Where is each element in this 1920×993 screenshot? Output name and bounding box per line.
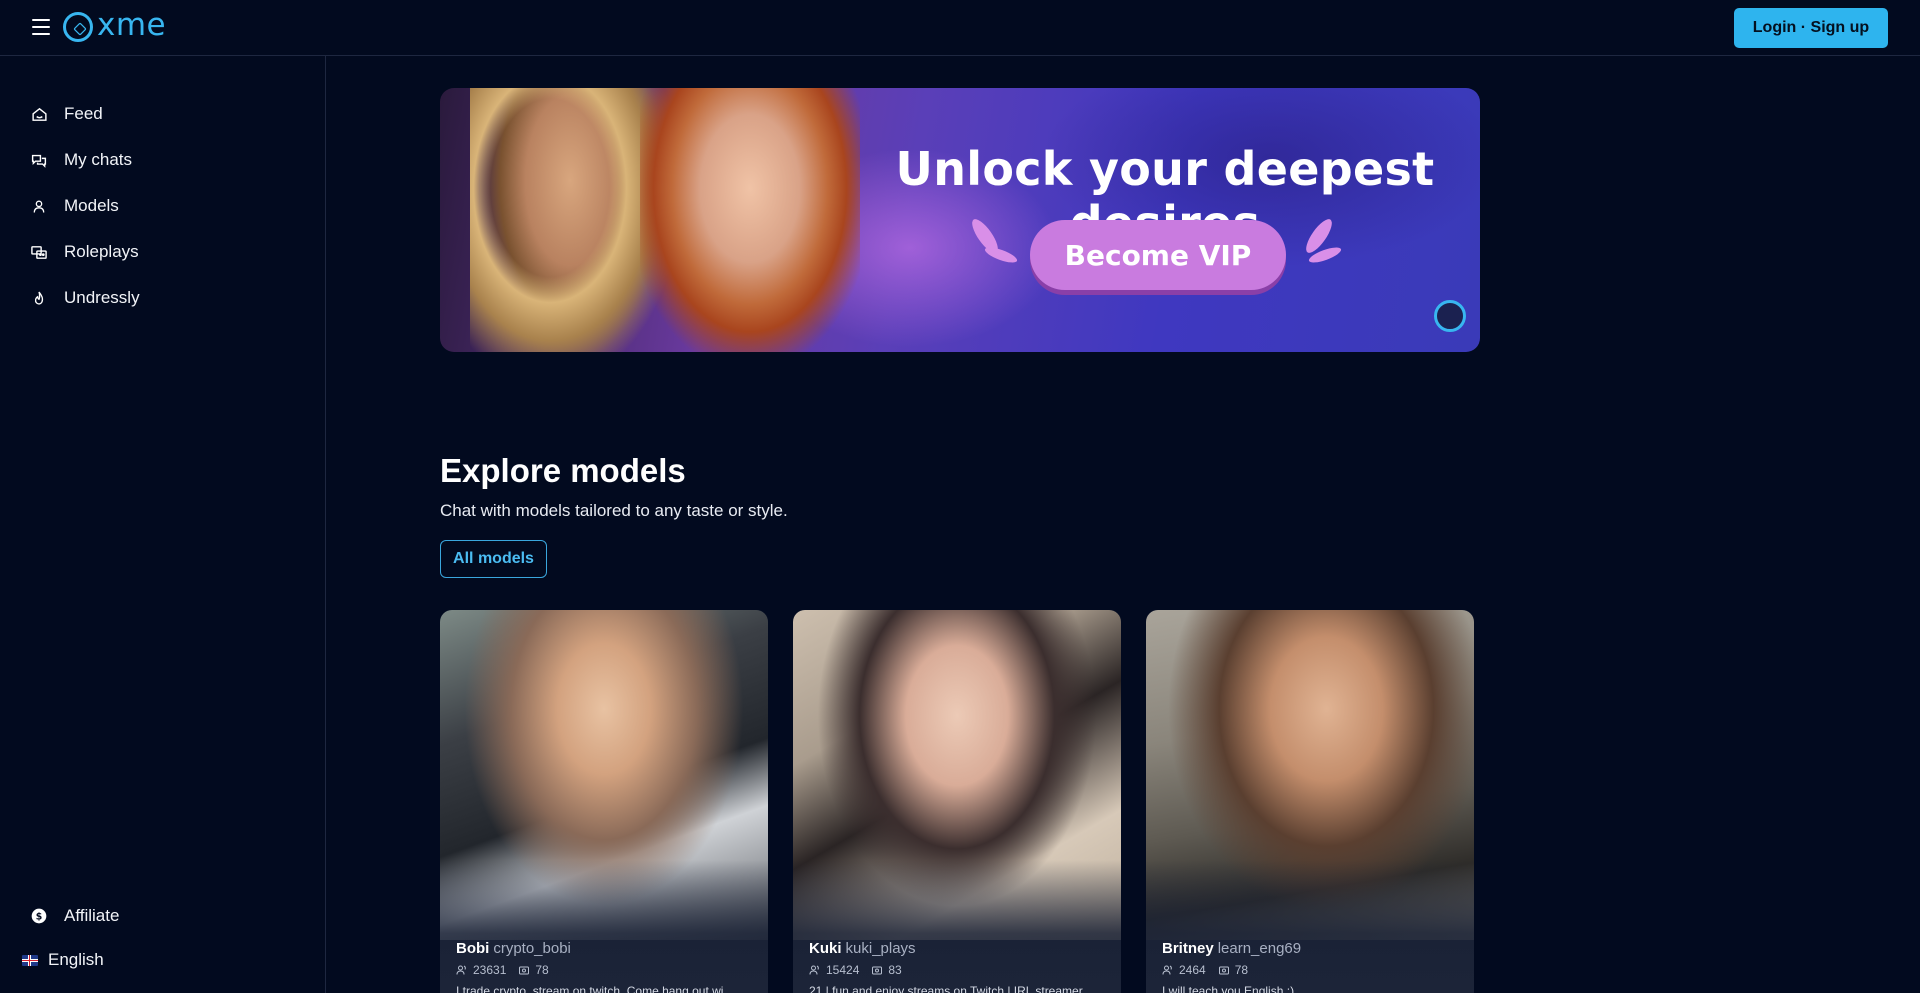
- uk-flag-icon: [22, 954, 38, 966]
- affiliate-label: Affiliate: [64, 906, 120, 925]
- banner-model-image: [640, 88, 860, 352]
- images-count: 78: [535, 963, 549, 977]
- model-name-row: Kuki kuki_plays: [809, 940, 916, 957]
- sidebar-item-models[interactable]: Models: [30, 192, 119, 220]
- home-icon: [30, 105, 48, 123]
- model-name-row: Bobi crypto_bobi: [456, 940, 571, 957]
- roleplay-icon: [30, 243, 48, 261]
- images-count: 83: [888, 963, 902, 977]
- sidebar: Feed My chats Models Roleplays Undressly…: [0, 56, 326, 993]
- person-icon: [30, 197, 48, 215]
- model-card[interactable]: Britney learn_eng69 2464 78 I will teach …: [1146, 610, 1474, 993]
- banner-model-image: [470, 88, 670, 352]
- model-name-row: Britney learn_eng69: [1162, 940, 1301, 957]
- model-handle: learn_eng69: [1217, 940, 1302, 957]
- language-label: English: [48, 950, 104, 969]
- images-icon: [1218, 966, 1229, 975]
- model-name: Kuki: [809, 940, 842, 957]
- sidebar-item-undressly[interactable]: Undressly: [30, 284, 140, 312]
- model-card[interactable]: Kuki kuki_plays 15424 83 21 | fun and enj…: [793, 610, 1121, 993]
- sidebar-item-roleplays[interactable]: Roleplays: [30, 238, 139, 266]
- model-description: I will teach you English ;): [1162, 984, 1295, 993]
- images-icon: [872, 966, 883, 975]
- model-stats: 15424 83: [809, 963, 914, 977]
- model-stats: 23631 78: [456, 963, 561, 977]
- model-name: Britney: [1162, 940, 1214, 957]
- model-name: Bobi: [456, 940, 490, 957]
- sidebar-item-label: Models: [64, 196, 119, 215]
- sidebar-item-label: Roleplays: [64, 242, 139, 261]
- followers-icon: [809, 965, 819, 975]
- followers-count: 23631: [473, 963, 507, 977]
- model-handle: kuki_plays: [845, 940, 916, 957]
- sidebar-item-affiliate[interactable]: $ Affiliate: [30, 902, 119, 930]
- vip-promo-banner[interactable]: Unlock your deepest desires Become VIP: [440, 88, 1480, 352]
- followers-icon: [1162, 965, 1172, 975]
- images-icon: [519, 966, 530, 975]
- flame-icon: [30, 289, 48, 307]
- followers-count: 2464: [1179, 963, 1206, 977]
- language-selector[interactable]: English: [22, 946, 104, 974]
- model-description: 21 | fun and enjoy streams on Twitch | I…: [809, 984, 1083, 993]
- top-bar: xme Login · Sign up: [0, 0, 1920, 56]
- sidebar-item-my-chats[interactable]: My chats: [30, 146, 132, 174]
- login-signup-button[interactable]: Login · Sign up: [1734, 8, 1888, 48]
- model-stats: 2464 78: [1162, 963, 1260, 977]
- model-description: I trade crypto, stream on twitch. Come h…: [456, 984, 724, 993]
- followers-icon: [456, 965, 466, 975]
- section-subtitle: Chat with models tailored to any taste o…: [440, 501, 788, 520]
- app-logo[interactable]: xme: [63, 6, 167, 44]
- xme-badge-icon: [1434, 300, 1466, 332]
- svg-text:$: $: [36, 911, 43, 922]
- all-models-button[interactable]: All models: [440, 540, 547, 578]
- become-vip-button[interactable]: Become VIP: [1030, 220, 1286, 290]
- followers-count: 15424: [826, 963, 860, 977]
- sidebar-item-feed[interactable]: Feed: [30, 100, 103, 128]
- dollar-icon: $: [30, 907, 48, 925]
- sidebar-item-label: Feed: [64, 104, 103, 123]
- sidebar-item-label: Undressly: [64, 288, 140, 307]
- model-handle: crypto_bobi: [493, 940, 571, 957]
- section-title: Explore models: [440, 452, 686, 489]
- logo-mark-icon: [63, 12, 93, 42]
- menu-icon[interactable]: [32, 16, 54, 38]
- chat-bubbles-icon: [30, 151, 48, 169]
- sidebar-item-label: My chats: [64, 150, 133, 169]
- model-card[interactable]: Bobi crypto_bobi 23631 78 I trade crypto,…: [440, 610, 768, 993]
- images-count: 78: [1234, 963, 1249, 977]
- logo-text: xme: [97, 6, 167, 43]
